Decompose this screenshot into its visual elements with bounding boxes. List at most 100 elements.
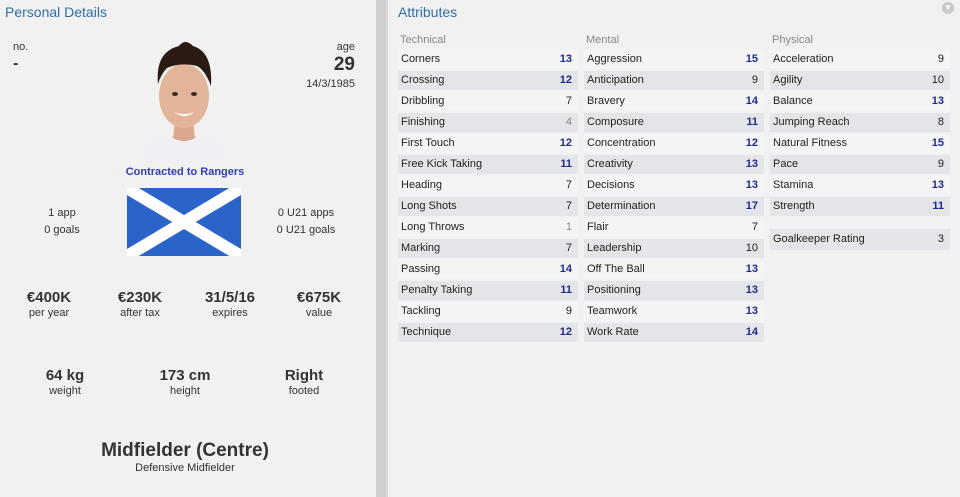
attribute-row[interactable]: Positioning 13 (584, 280, 764, 301)
attribute-row[interactable]: Agility 10 (770, 70, 950, 91)
attribute-name: Decisions (587, 179, 635, 191)
attribute-value: 14 (745, 326, 758, 338)
attribute-name: Creativity (587, 158, 633, 170)
attribute-value: 7 (565, 95, 572, 107)
contract-status[interactable]: Contracted to Rangers (0, 166, 370, 178)
attribute-value: 12 (559, 137, 572, 149)
chevron-down-icon[interactable]: ▼ (942, 2, 954, 14)
attribute-name: Dribbling (401, 95, 445, 107)
attribute-row[interactable]: Leadership 10 (584, 238, 764, 259)
attribute-row[interactable]: Finishing 4 (398, 112, 578, 133)
attribute-name: Anticipation (587, 74, 644, 86)
attribute-row[interactable]: Long Shots 7 (398, 196, 578, 217)
goalkeeper-rating-row[interactable]: Goalkeeper Rating 3 (770, 229, 950, 250)
attribute-row[interactable]: Bravery 14 (584, 91, 764, 112)
after-tax-label: after tax (120, 307, 160, 319)
attribute-name: Passing (401, 263, 441, 275)
physical-list: Acceleration 9 Agility 10 Balance 13 Jumping R… (770, 49, 950, 217)
attribute-value: 9 (565, 305, 572, 317)
physical-column: Physical Acceleration 9 Agility 10 Balance 13… (770, 31, 950, 217)
attribute-row[interactable]: Concentration 12 (584, 133, 764, 154)
attribute-name: Technique (401, 326, 452, 338)
date-of-birth: 14/3/1985 (306, 78, 355, 90)
attribute-row[interactable]: Balance 13 (770, 91, 950, 112)
attributes-title: Attributes (398, 4, 458, 20)
attribute-row[interactable]: First Touch 12 (398, 133, 578, 154)
attribute-value: 14 (559, 263, 572, 275)
attribute-row[interactable]: Strength 11 (770, 196, 950, 217)
wage-value: €400K (26, 289, 72, 306)
attribute-name: Long Shots (401, 200, 457, 212)
attribute-name: Strength (773, 200, 815, 212)
attribute-row[interactable]: Technique 12 (398, 322, 578, 343)
attribute-value: 13 (931, 179, 944, 191)
attribute-row[interactable]: Flair 7 (584, 217, 764, 238)
attribute-row[interactable]: Acceleration 9 (770, 49, 950, 70)
attribute-row[interactable]: Natural Fitness 15 (770, 133, 950, 154)
player-position: Midfielder (Centre) (101, 440, 269, 461)
attribute-row[interactable]: Jumping Reach 8 (770, 112, 950, 133)
attribute-name: Finishing (401, 116, 446, 128)
attribute-row[interactable]: Heading 7 (398, 175, 578, 196)
attribute-value: 15 (745, 53, 758, 65)
attribute-row[interactable]: Passing 14 (398, 259, 578, 280)
attribute-row[interactable]: Tackling 9 (398, 301, 578, 322)
attribute-row[interactable]: Long Throws 1 (398, 217, 578, 238)
attribute-name: Stamina (773, 179, 814, 191)
attribute-row[interactable]: Off The Ball 13 (584, 259, 764, 280)
attribute-name: Marking (401, 242, 441, 254)
attribute-row[interactable]: Stamina 13 (770, 175, 950, 196)
after-tax-stat: €230K after tax (104, 289, 176, 319)
physical-header: Physical (772, 34, 813, 46)
attribute-row[interactable]: Dribbling 7 (398, 91, 578, 112)
preferred-foot-value: Right (284, 367, 324, 384)
attribute-value: 11 (560, 158, 572, 170)
attribute-row[interactable]: Penalty Taking 11 (398, 280, 578, 301)
attribute-row[interactable]: Creativity 13 (584, 154, 764, 175)
attribute-row[interactable]: Anticipation 9 (584, 70, 764, 91)
attribute-value: 9 (937, 53, 944, 65)
attribute-value: 13 (559, 53, 572, 65)
attribute-value: 15 (931, 137, 944, 149)
attribute-name: Composure (587, 116, 644, 128)
attribute-name: Work Rate (587, 326, 639, 338)
attribute-row[interactable]: Marking 7 (398, 238, 578, 259)
goalkeeper-rating-label: Goalkeeper Rating (773, 233, 865, 245)
attribute-value: 7 (565, 242, 572, 254)
attribute-value: 13 (745, 158, 758, 170)
attribute-value: 13 (745, 284, 758, 296)
attribute-row[interactable]: Teamwork 13 (584, 301, 764, 322)
attribute-value: 7 (565, 200, 572, 212)
attributes-panel: Attributes ▼ Technical Corners 13 Crossing… (388, 0, 960, 497)
wage-label: per year (28, 307, 70, 319)
attribute-row[interactable]: Crossing 12 (398, 70, 578, 91)
attribute-row[interactable]: Work Rate 14 (584, 322, 764, 343)
attribute-row[interactable]: Corners 13 (398, 49, 578, 70)
attribute-row[interactable]: Decisions 13 (584, 175, 764, 196)
nationality-flag-icon[interactable] (127, 188, 241, 256)
attribute-row[interactable]: Free Kick Taking 11 (398, 154, 578, 175)
appearances: 1 app (48, 207, 76, 219)
attribute-name: Off The Ball (587, 263, 645, 275)
attribute-name: Positioning (587, 284, 641, 296)
transfer-value: €675K (296, 289, 342, 306)
attribute-value: 8 (937, 116, 944, 128)
contract-expiry-value: 31/5/16 (204, 289, 256, 306)
attribute-row[interactable]: Pace 9 (770, 154, 950, 175)
attribute-name: Balance (773, 95, 813, 107)
attribute-row[interactable]: Composure 11 (584, 112, 764, 133)
personal-details-title: Personal Details (5, 4, 107, 20)
attribute-name: Teamwork (587, 305, 638, 317)
attribute-value: 13 (745, 179, 758, 191)
attribute-name: Penalty Taking (401, 284, 473, 296)
attribute-name: Pace (773, 158, 799, 170)
attribute-name: Flair (587, 221, 609, 233)
height-stat: 173 cm height (140, 367, 230, 397)
attribute-value: 11 (746, 116, 758, 128)
transfer-value-label: value (305, 307, 333, 319)
attribute-value: 10 (931, 74, 944, 86)
u21-appearances: 0 U21 apps (277, 207, 335, 219)
attribute-row[interactable]: Aggression 15 (584, 49, 764, 70)
attribute-name: Agility (773, 74, 803, 86)
attribute-row[interactable]: Determination 17 (584, 196, 764, 217)
